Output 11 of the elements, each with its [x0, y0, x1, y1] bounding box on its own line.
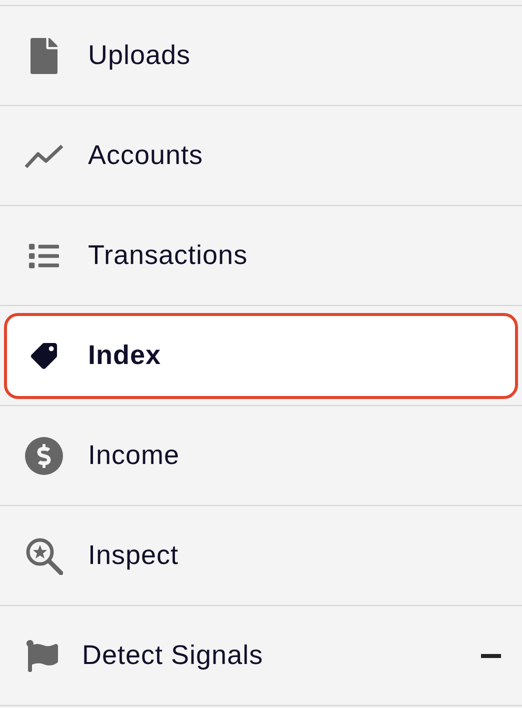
- menu-item[interactable]: Index: [4, 312, 518, 398]
- menu-item[interactable]: Detect Signals: [4, 612, 518, 698]
- menu-item[interactable]: Accounts: [4, 112, 518, 198]
- menu-item[interactable]: Uploads: [4, 12, 518, 98]
- line-chart-icon: [24, 142, 64, 168]
- menu-item[interactable]: Transactions: [4, 212, 518, 298]
- menu-item[interactable]: Income: [4, 412, 518, 498]
- file-icon: [28, 38, 60, 74]
- magnifier-star-icon: [25, 536, 63, 574]
- menu-item[interactable]: Inspect: [4, 512, 518, 598]
- flag-icon: [26, 640, 58, 672]
